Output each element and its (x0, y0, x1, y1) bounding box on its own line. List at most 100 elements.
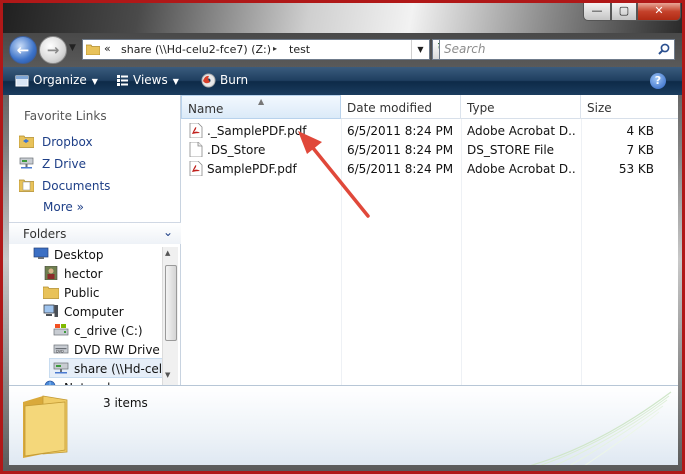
column-header-label: Size (587, 101, 612, 115)
tree-item-computer[interactable]: Computer (43, 304, 124, 319)
pdf-icon (189, 160, 203, 177)
forward-button[interactable]: → (39, 36, 67, 64)
navigation-pane: Favorite Links Dropbox Z Drive Documents… (9, 95, 181, 395)
views-button[interactable]: Views ▼ (116, 73, 179, 87)
file-type: Adobe Acrobat D... (467, 124, 577, 138)
column-header-size[interactable]: Size (581, 95, 678, 119)
decorative-swoosh (530, 391, 672, 465)
tree-item-hector[interactable]: hector (43, 266, 103, 281)
burn-label: Burn (220, 73, 249, 87)
views-label: Views (133, 73, 168, 87)
column-header-date-modified[interactable]: Date modified (341, 95, 461, 119)
file-size: 4 KB (626, 124, 654, 138)
back-button[interactable]: ← (9, 36, 37, 64)
recent-pages-dropdown[interactable]: ▼ (69, 43, 76, 53)
folder-icon (86, 44, 100, 55)
file-name: ._SamplePDF.pdf (207, 124, 307, 138)
address-bar[interactable]: « share (\\Hd-celu2-fce7) (Z:) ▸ test ▼ (82, 39, 430, 60)
double-chevron-right-icon: » (76, 200, 84, 214)
organize-label: Organize (33, 73, 87, 87)
search-placeholder: Search (444, 42, 486, 56)
favorite-link-z-drive[interactable]: Z Drive (19, 156, 86, 171)
maximize-button[interactable]: ▢ (611, 3, 637, 21)
scroll-up-icon[interactable]: ▲ (165, 249, 170, 257)
file-row[interactable]: .DS_Store 6/5/2011 8:24 PM DS_STORE File… (181, 141, 678, 160)
nav-pane-scrollbar[interactable]: ▲ ▼ (162, 247, 178, 385)
column-header-name[interactable]: ▲ Name (181, 95, 341, 119)
tree-item-label: share (\\Hd-celu (74, 362, 165, 376)
blank-file-icon (189, 141, 203, 158)
column-header-label: Name (188, 102, 224, 116)
breadcrumb-separator[interactable]: ▸ (273, 44, 277, 53)
folders-header[interactable]: Folders ⌄ (9, 222, 181, 244)
file-list: ▲ Name Date modified Type Size ._SampleP… (181, 95, 678, 385)
favorite-links-more[interactable]: More » (43, 200, 84, 214)
file-type: Adobe Acrobat D... (467, 162, 577, 176)
tree-item-dvd-drive[interactable]: DVD DVD RW Drive (E (53, 342, 176, 357)
chevron-down-icon: ▼ (172, 77, 179, 86)
item-count: 3 items (103, 396, 148, 410)
column-header-label: Type (467, 101, 495, 115)
favorite-link-documents[interactable]: Documents (19, 178, 110, 193)
command-toolbar: Organize ▼ Views ▼ Burn ? (3, 67, 682, 95)
file-row[interactable]: ._SamplePDF.pdf 6/5/2011 8:24 PM Adobe A… (181, 122, 678, 141)
help-button[interactable]: ? (650, 73, 666, 89)
search-icon[interactable] (658, 43, 670, 55)
organize-button[interactable]: Organize ▼ (15, 73, 98, 88)
scroll-down-icon[interactable]: ▼ (165, 371, 170, 379)
tree-item-desktop[interactable]: Desktop (33, 247, 104, 262)
tree-item-label: Desktop (54, 248, 104, 262)
tree-item-share[interactable]: share (\\Hd-celu (53, 361, 165, 376)
burn-button[interactable]: Burn (201, 73, 248, 88)
tree-item-c-drive[interactable]: c_drive (C:) (53, 323, 143, 338)
explorer-window: — ▢ ✕ ← → ▼ « share (\\Hd-celu2-fce7) (Z… (3, 3, 682, 471)
address-overflow-chevron[interactable]: « (104, 42, 111, 55)
favorite-link-label: Documents (42, 179, 111, 193)
chevron-down-icon[interactable]: ⌄ (163, 225, 173, 239)
burn-disc-icon (201, 73, 216, 88)
svg-text:DVD: DVD (56, 349, 64, 353)
arrow-left-icon: ← (16, 41, 30, 59)
tree-item-public[interactable]: Public (43, 285, 100, 300)
sort-ascending-icon: ▲ (258, 97, 265, 106)
favorite-link-label: Dropbox (42, 135, 93, 149)
file-date-modified: 6/5/2011 8:24 PM (347, 143, 454, 157)
column-header-label: Date modified (347, 101, 433, 115)
tree-item-label: DVD RW Drive (E (74, 343, 176, 357)
computer-icon (43, 304, 58, 317)
organize-icon (15, 75, 29, 86)
tree-item-label: c_drive (C:) (74, 324, 143, 338)
network-drive-icon (53, 362, 69, 374)
title-bar[interactable]: — ▢ ✕ (3, 3, 682, 33)
search-input[interactable]: Search (439, 39, 675, 60)
arrow-right-icon: → (46, 41, 60, 59)
file-name: .DS_Store (207, 143, 266, 157)
file-date-modified: 6/5/2011 8:24 PM (347, 124, 454, 138)
file-name: SamplePDF.pdf (207, 162, 297, 176)
dvd-drive-icon: DVD (53, 344, 69, 354)
chevron-down-icon: ▼ (91, 77, 98, 86)
close-button[interactable]: ✕ (637, 3, 681, 21)
tree-item-label: Public (64, 286, 100, 300)
file-type: DS_STORE File (467, 143, 555, 157)
breadcrumb-test[interactable]: test (289, 43, 310, 56)
favorite-link-label: Z Drive (42, 157, 87, 171)
address-row: ← → ▼ « share (\\Hd-celu2-fce7) (Z:) ▸ t… (3, 33, 682, 67)
network-drive-icon (19, 157, 34, 169)
desktop-icon (33, 247, 49, 259)
column-header-type[interactable]: Type (461, 95, 581, 119)
file-row[interactable]: SamplePDF.pdf 6/5/2011 8:24 PM Adobe Acr… (181, 160, 678, 179)
scrollbar-thumb[interactable] (165, 265, 177, 341)
folder-icon (43, 286, 59, 299)
column-headers: ▲ Name Date modified Type Size (181, 95, 678, 119)
more-label: More (43, 200, 73, 214)
tree-item-label: hector (64, 267, 103, 281)
address-dropdown[interactable]: ▼ (411, 40, 429, 59)
details-pane: 3 items (9, 385, 678, 465)
file-date-modified: 6/5/2011 8:24 PM (347, 162, 454, 176)
file-size: 53 KB (618, 162, 654, 176)
documents-folder-icon (19, 179, 34, 192)
favorite-link-dropbox[interactable]: Dropbox (19, 134, 93, 149)
minimize-button[interactable]: — (583, 3, 611, 21)
breadcrumb-share[interactable]: share (\\Hd-celu2-fce7) (Z:) (121, 43, 271, 56)
